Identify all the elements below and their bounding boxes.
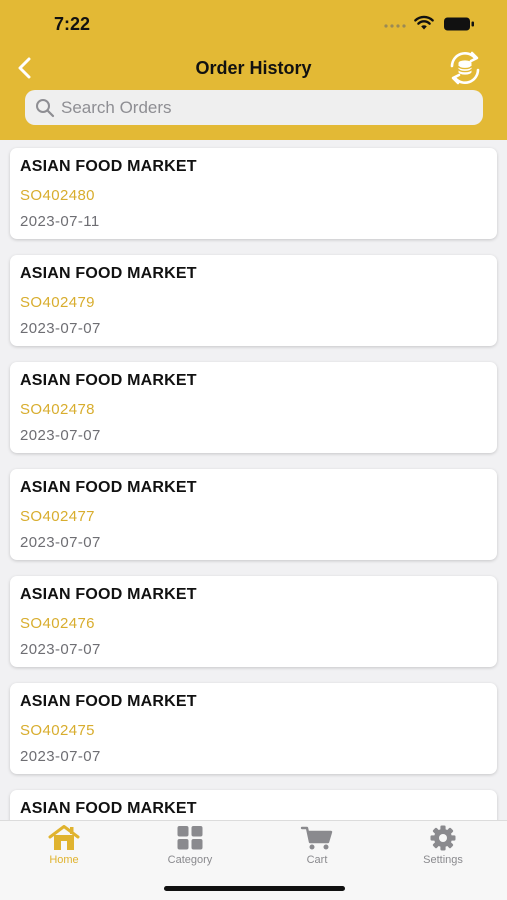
tab-label-category: Category (167, 854, 213, 866)
sync-button[interactable] (446, 50, 484, 86)
order-date: 2023-07-07 (20, 641, 101, 658)
search-input[interactable] (61, 97, 461, 118)
order-card[interactable]: ASIAN FOOD MARKET SO402479 2023-07-07 (10, 255, 497, 346)
tab-category[interactable]: Category (145, 825, 235, 871)
wifi-icon (414, 15, 434, 30)
order-card[interactable]: ASIAN FOOD MARKET SO402478 2023-07-07 (10, 362, 497, 453)
order-card[interactable]: ASIAN FOOD MARKET SO402475 2023-07-07 (10, 683, 497, 774)
order-customer-name: ASIAN FOOD MARKET (20, 158, 197, 175)
tab-label-home: Home (49, 854, 79, 866)
search-bar[interactable] (25, 90, 483, 125)
tab-settings[interactable]: Settings (398, 825, 488, 871)
home-icon (48, 825, 80, 850)
order-date: 2023-07-07 (20, 427, 101, 444)
order-customer-name: ASIAN FOOD MARKET (20, 265, 197, 282)
order-number: SO402480 (20, 187, 95, 204)
order-date: 2023-07-07 (20, 320, 101, 337)
status-bar: 7:22 (0, 0, 507, 46)
search-icon (36, 98, 55, 117)
order-customer-name: ASIAN FOOD MARKET (20, 586, 197, 603)
battery-icon (444, 17, 474, 31)
order-customer-name: ASIAN FOOD MARKET (20, 372, 197, 389)
status-time: 7:22 (54, 14, 91, 34)
order-card[interactable]: ASIAN FOOD MARKET SO402477 2023-07-07 (10, 469, 497, 560)
sync-database-icon (450, 51, 480, 85)
order-card[interactable]: ASIAN FOOD MARKET SO402476 2023-07-07 (10, 576, 497, 667)
cart-icon (300, 826, 333, 850)
order-number: SO402478 (20, 401, 95, 418)
grid-icon (177, 826, 203, 850)
home-indicator (164, 886, 345, 891)
order-number: SO402476 (20, 615, 95, 632)
order-number: SO402475 (20, 722, 95, 739)
tab-cart[interactable]: Cart (272, 825, 362, 871)
app-header: 7:22 Order History (0, 0, 507, 140)
order-list: ASIAN FOOD MARKET SO402480 2023-07-11 AS… (0, 140, 507, 820)
order-number: SO402479 (20, 294, 95, 311)
order-card[interactable]: ASIAN FOOD MARKET (10, 790, 497, 820)
order-number: SO402477 (20, 508, 95, 525)
order-card[interactable]: ASIAN FOOD MARKET SO402480 2023-07-11 (10, 148, 497, 239)
order-date: 2023-07-07 (20, 748, 101, 765)
cellular-signal-icon (384, 24, 406, 28)
page-title: Order History (195, 58, 312, 78)
order-date: 2023-07-11 (20, 213, 100, 230)
order-customer-name: ASIAN FOOD MARKET (20, 479, 197, 496)
tab-label-cart: Cart (306, 854, 328, 866)
order-customer-name: ASIAN FOOD MARKET (20, 693, 197, 710)
order-date: 2023-07-07 (20, 534, 101, 551)
tab-home[interactable]: Home (19, 825, 109, 871)
gear-icon (430, 825, 456, 851)
order-customer-name: ASIAN FOOD MARKET (20, 800, 197, 817)
tab-label-settings: Settings (423, 854, 463, 866)
